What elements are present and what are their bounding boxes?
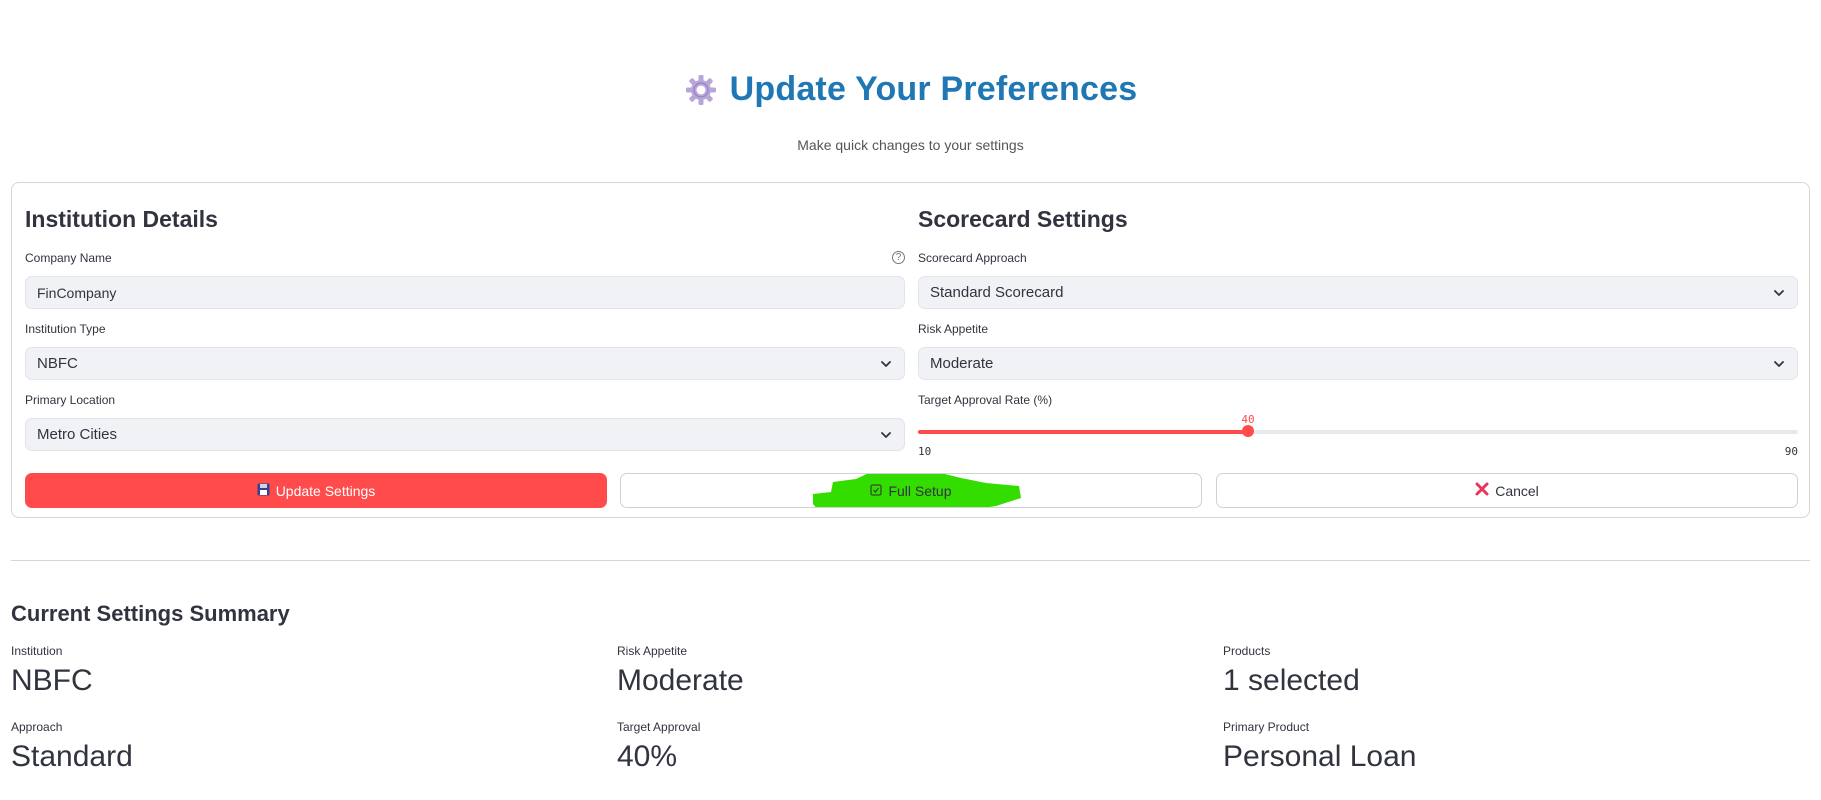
scorecard-approach-value: Standard Scorecard bbox=[930, 284, 1064, 301]
page-subtitle: Make quick changes to your settings bbox=[797, 137, 1024, 153]
title-row: Update Your Preferences bbox=[684, 70, 1138, 109]
slider-track[interactable] bbox=[918, 430, 1798, 434]
update-settings-label: Update Settings bbox=[275, 482, 376, 499]
page-header: Update Your Preferences bbox=[0, 70, 1821, 112]
metric-value: Personal Loan bbox=[1223, 740, 1417, 773]
clipboard-icon bbox=[870, 483, 883, 499]
primary-location-select[interactable]: Metro Cities bbox=[25, 418, 905, 451]
update-settings-button[interactable]: Update Settings bbox=[25, 473, 607, 508]
scorecard-settings-heading: Scorecard Settings bbox=[918, 206, 1128, 232]
chevron-down-icon bbox=[1772, 286, 1786, 300]
institution-type-label: Institution Type bbox=[25, 322, 106, 336]
company-name-value: FinCompany bbox=[37, 284, 117, 301]
company-name-label-text: Company Name bbox=[25, 251, 112, 265]
cancel-button[interactable]: Cancel bbox=[1216, 473, 1798, 508]
chevron-down-icon bbox=[879, 428, 893, 442]
company-name-input[interactable]: FinCompany bbox=[25, 276, 905, 309]
metric-label: Risk Appetite bbox=[617, 644, 688, 658]
institution-details-heading: Institution Details bbox=[25, 206, 218, 232]
risk-appetite-value: Moderate bbox=[930, 355, 994, 372]
floppy-disk-icon bbox=[257, 483, 270, 499]
metric-label: Primary Product bbox=[1223, 720, 1310, 734]
metric-label: Institution bbox=[11, 644, 63, 658]
metric-value: Moderate bbox=[617, 664, 744, 697]
metric-risk-appetite: Risk Appetite Moderate bbox=[617, 644, 1177, 698]
metric-value: Standard bbox=[11, 740, 133, 773]
metric-label: Products bbox=[1223, 644, 1271, 658]
slider-max-value: 90 bbox=[1784, 445, 1798, 458]
slider-min-value: 10 bbox=[918, 445, 932, 458]
risk-appetite-label: Risk Appetite bbox=[918, 322, 989, 336]
summary-heading: Current Settings Summary bbox=[11, 601, 290, 626]
institution-type-select[interactable]: NBFC bbox=[25, 347, 905, 380]
preferences-form: Institution Details Company Name ? FinCo… bbox=[11, 182, 1810, 518]
slider-fill bbox=[918, 430, 1248, 434]
metric-target-approval: Target Approval 40% bbox=[617, 720, 1177, 774]
metric-value: 1 selected bbox=[1223, 664, 1360, 697]
target-approval-label: Target Approval Rate (%) bbox=[918, 393, 1053, 407]
metric-label: Target Approval bbox=[617, 720, 701, 734]
scorecard-approach-label: Scorecard Approach bbox=[918, 251, 1027, 265]
slider-handle[interactable] bbox=[1242, 425, 1254, 437]
cancel-label: Cancel bbox=[1495, 482, 1539, 499]
metric-label: Approach bbox=[11, 720, 63, 734]
primary-location-label: Primary Location bbox=[25, 393, 116, 407]
target-approval-slider[interactable]: 40 10 90 bbox=[918, 413, 1798, 463]
metric-value: 40% bbox=[617, 740, 678, 773]
primary-location-value: Metro Cities bbox=[37, 426, 118, 443]
metric-products: Products 1 selected bbox=[1223, 644, 1783, 698]
metric-primary-product: Primary Product Personal Loan bbox=[1223, 720, 1783, 774]
chevron-down-icon bbox=[879, 357, 893, 371]
help-icon[interactable]: ? bbox=[892, 251, 905, 264]
full-setup-content: Full Setup bbox=[870, 482, 952, 499]
scorecard-approach-select[interactable]: Standard Scorecard bbox=[918, 276, 1798, 309]
risk-appetite-select[interactable]: Moderate bbox=[918, 347, 1798, 380]
metric-value: NBFC bbox=[11, 664, 93, 697]
company-name-label: Company Name ? bbox=[25, 251, 905, 265]
institution-type-value: NBFC bbox=[37, 355, 78, 372]
full-setup-label: Full Setup bbox=[888, 482, 952, 499]
section-divider bbox=[11, 560, 1810, 561]
close-x-icon bbox=[1475, 482, 1489, 499]
full-setup-button[interactable]: Full Setup bbox=[620, 473, 1202, 508]
chevron-down-icon bbox=[1772, 357, 1786, 371]
page-title: Update Your Preferences bbox=[729, 70, 1138, 108]
gear-icon bbox=[684, 73, 718, 107]
metric-institution: Institution NBFC bbox=[11, 644, 571, 698]
metric-approach: Approach Standard bbox=[11, 720, 571, 774]
